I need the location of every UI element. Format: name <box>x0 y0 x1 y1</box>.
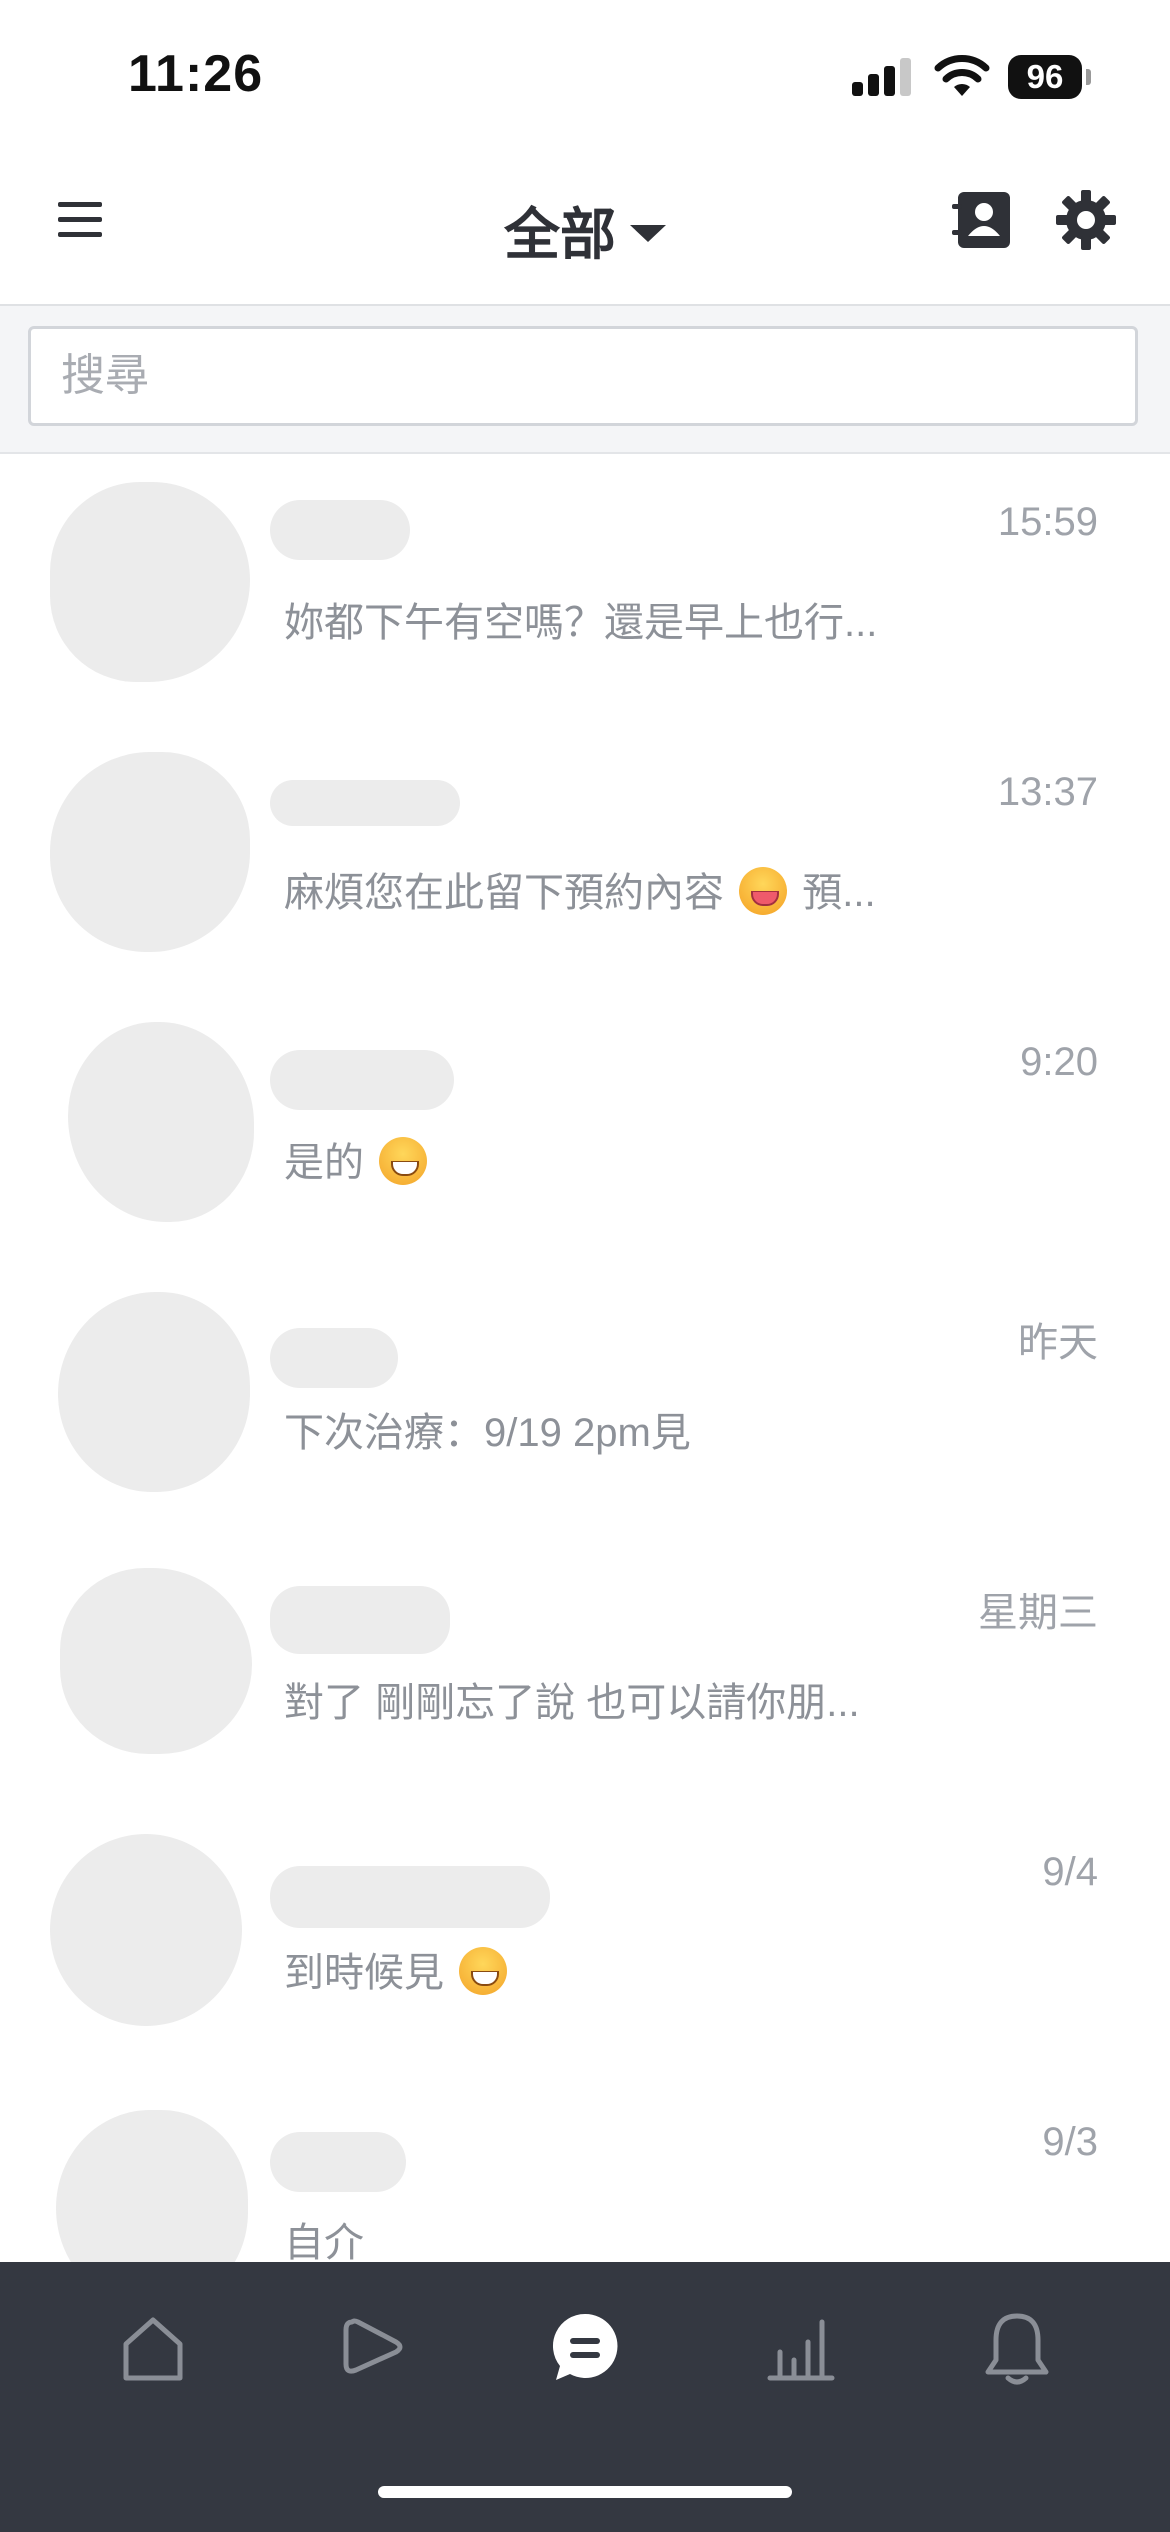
search-bar <box>0 306 1170 454</box>
preview-text: 麻煩您在此留下預約內容 <box>284 871 724 915</box>
chat-row[interactable]: 9/3 自介 <box>0 2072 1170 2262</box>
chat-row[interactable]: 9/4 到時候見 <box>0 1802 1170 2072</box>
preview-text: 是的 <box>284 1141 364 1185</box>
chat-preview: 對了 剛剛忘了說 也可以請你朋... <box>284 1681 860 1725</box>
chat-time: 9/3 <box>1042 2120 1098 2164</box>
status-time: 11:26 <box>128 45 264 103</box>
chat-preview: 是的 <box>284 1130 431 1189</box>
contact-name-redacted <box>270 500 410 560</box>
avatar <box>68 1022 254 1222</box>
preview-text: 到時候見 <box>284 1951 444 1995</box>
home-indicator <box>378 2486 792 2498</box>
avatar <box>50 482 250 682</box>
chat-row[interactable]: 星期三 對了 剛剛忘了說 也可以請你朋... <box>0 1532 1170 1802</box>
chat-time: 9:20 <box>1020 1040 1098 1084</box>
caret-down-icon <box>630 224 666 242</box>
bell-icon[interactable] <box>972 2302 1062 2392</box>
gear-icon[interactable] <box>1054 188 1118 252</box>
contact-name-redacted <box>270 2132 406 2192</box>
avatar <box>58 1292 250 1492</box>
search-input[interactable] <box>28 326 1138 426</box>
contact-name-redacted <box>270 1586 450 1654</box>
chat-time: 昨天 <box>1018 1321 1098 1365</box>
chat-time: 9/4 <box>1042 1850 1098 1894</box>
contact-name-redacted <box>270 1866 550 1928</box>
chat-preview: 下次治療：9/19 2pm見 <box>284 1411 691 1455</box>
battery-level: 96 <box>1008 55 1082 99</box>
chat-row[interactable]: 15:59 妳都下午有空嗎？還是早上也行... <box>0 452 1170 722</box>
tongue-emoji-icon <box>739 867 788 916</box>
home-icon[interactable] <box>108 2302 198 2392</box>
page-title: 全部 <box>504 203 616 266</box>
chat-time: 星期三 <box>978 1591 1098 1635</box>
stats-icon[interactable] <box>756 2302 846 2392</box>
chat-list: 15:59 妳都下午有空嗎？還是早上也行... 13:37 麻煩您在此留下預約內… <box>0 452 1170 2262</box>
cellular-signal-icon <box>852 56 914 96</box>
preview-text-after: 預... <box>802 871 876 915</box>
avatar <box>50 1834 242 2026</box>
contacts-icon[interactable] <box>952 190 1014 250</box>
wifi-icon <box>934 55 990 96</box>
chat-row[interactable]: 昨天 下次治療：9/19 2pm見 <box>0 1262 1170 1532</box>
chat-preview: 到時候見 <box>284 1940 511 1999</box>
chat-time: 13:37 <box>997 770 1098 814</box>
header: 全部 <box>0 150 1170 306</box>
grin-emoji-icon <box>459 1947 508 1996</box>
avatar <box>60 1568 252 1754</box>
contact-name-redacted <box>270 1050 454 1110</box>
play-icon[interactable] <box>326 2302 416 2392</box>
chat-preview: 麻煩您在此留下預約內容 預... <box>284 860 876 919</box>
chat-preview: 妳都下午有空嗎？還是早上也行... <box>284 601 878 645</box>
chat-row[interactable]: 9:20 是的 <box>0 992 1170 1262</box>
contact-name-redacted <box>270 1328 398 1388</box>
chat-preview: 自介 <box>284 2221 364 2262</box>
status-bar: 11:26 96 <box>0 0 1170 150</box>
avatar <box>50 752 250 952</box>
avatar <box>56 2110 248 2262</box>
chat-row[interactable]: 13:37 麻煩您在此留下預約內容 預... <box>0 722 1170 992</box>
grin-emoji-icon <box>379 1137 428 1186</box>
contact-name-redacted <box>270 780 460 826</box>
chat-icon[interactable] <box>540 2302 630 2392</box>
battery-icon: 96 <box>1008 55 1091 99</box>
chat-time: 15:59 <box>997 500 1098 544</box>
